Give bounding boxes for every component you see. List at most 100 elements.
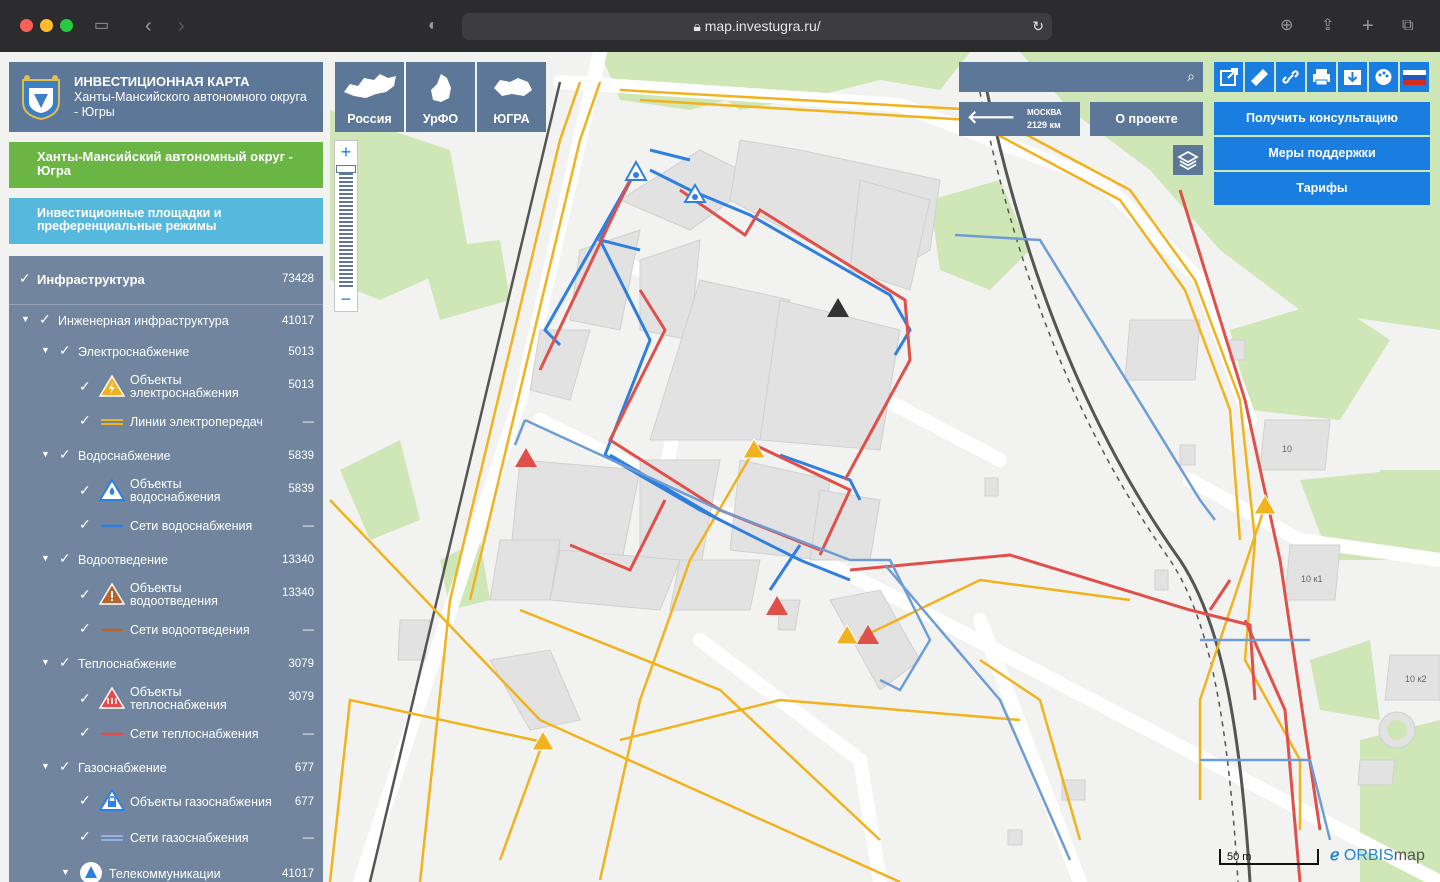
tree-item[interactable]: ✓ Объекты электроснабжения 5013: [9, 366, 323, 406]
ruler-button[interactable]: [1245, 62, 1274, 92]
nav-urfo-button[interactable]: УрФО: [406, 62, 475, 132]
chevron-down-icon[interactable]: ▼: [41, 657, 50, 667]
tree-item[interactable]: ▼ ✓ Водоотведение 13340: [9, 544, 323, 574]
invest-sites-button[interactable]: Инвестиционные площадки и преференциальн…: [9, 198, 323, 244]
download-icon[interactable]: ⊕: [1280, 16, 1293, 36]
distance-to-moscow-button[interactable]: 🡐 МОСКВА 2129 км: [959, 102, 1080, 136]
zoom-out-button[interactable]: −: [335, 289, 357, 311]
orbis-logo[interactable]: ℯ ORBISmap: [1330, 845, 1425, 865]
tree-item[interactable]: ▼ Телекоммуникации 41017: [9, 858, 323, 882]
maximize-window-button[interactable]: [60, 19, 73, 32]
forward-arrow-icon[interactable]: ›: [178, 16, 185, 36]
minimize-window-button[interactable]: [40, 19, 53, 32]
zoom-slider-handle[interactable]: [336, 165, 356, 173]
tree-item[interactable]: ✓ Объекты газоснабжения 677: [9, 782, 323, 818]
checkmark-icon[interactable]: ✓: [79, 516, 91, 533]
back-arrow-icon[interactable]: ‹: [145, 16, 152, 36]
checkmark-icon[interactable]: ✓: [79, 620, 91, 637]
consultation-button[interactable]: Получить консультацию: [1214, 102, 1430, 135]
layers-button[interactable]: [1173, 145, 1203, 175]
search-icon[interactable]: ⌕: [1187, 68, 1195, 85]
support-measures-button[interactable]: Меры поддержки: [1214, 137, 1430, 170]
tree-item[interactable]: ✓ Инфраструктура 73428: [9, 266, 323, 292]
tree-item[interactable]: ✓ Сети водоотведения —: [9, 614, 323, 644]
checkmark-icon[interactable]: ✓: [79, 412, 91, 429]
checkmark-icon[interactable]: ✓: [79, 586, 91, 603]
tree-item-count: 13340: [282, 587, 314, 599]
orbis-text: ORBIS: [1343, 847, 1394, 864]
palette-button[interactable]: [1369, 62, 1398, 92]
tree-item[interactable]: ✓ Сети теплоснабжения —: [9, 718, 323, 748]
zoom-slider[interactable]: [339, 165, 353, 287]
region-button[interactable]: Ханты-Мансийский автономный округ - Югра: [9, 142, 323, 188]
tree-item-count: —: [302, 624, 315, 636]
coat-of-arms-icon: [22, 75, 60, 120]
tree-item-count: 5013: [288, 346, 314, 358]
zoom-in-button[interactable]: +: [335, 141, 357, 163]
tree-item-label: Инфраструктура: [37, 272, 145, 287]
tabs-overview-icon[interactable]: ⧉: [1402, 16, 1413, 36]
tree-item[interactable]: ✓ Объекты теплоснабжения 3079: [9, 678, 323, 718]
shield-icon[interactable]: ◐: [428, 16, 438, 36]
new-tab-icon[interactable]: +: [1362, 16, 1374, 36]
tree-item[interactable]: ▼ ✓ Водоснабжение 5839: [9, 440, 323, 470]
tariffs-button[interactable]: Тарифы: [1214, 172, 1430, 205]
tree-item-label: Объекты водоотведения: [130, 581, 218, 608]
checkmark-icon[interactable]: ✓: [79, 482, 91, 499]
checkmark-icon[interactable]: ✓: [79, 828, 91, 845]
tree-item-label: Электроснабжение: [78, 345, 190, 359]
tree-item-count: 677: [294, 762, 314, 774]
tree-item-label: Инженерная инфраструктура: [58, 314, 229, 328]
chevron-down-icon[interactable]: ▼: [61, 867, 70, 877]
russian-flag-icon: [1403, 70, 1426, 85]
chevron-down-icon[interactable]: ▼: [41, 345, 50, 355]
reload-icon[interactable]: ↻: [1032, 13, 1044, 40]
share-icon[interactable]: ⇪: [1321, 16, 1334, 36]
app-header: ИНВЕСТИЦИОННАЯ КАРТА Ханты-Мансийского а…: [9, 62, 323, 132]
tree-item[interactable]: ▼ ✓ Теплоснабжение 3079: [9, 648, 323, 678]
tree-item[interactable]: ▼ ✓ Инженерная инфраструктура 41017: [9, 304, 323, 334]
distance-city: МОСКВА: [1027, 108, 1062, 117]
tree-item[interactable]: ✓ Сети водоснабжения —: [9, 510, 323, 540]
tree-item[interactable]: ✓ Объекты водоснабжения 5839: [9, 470, 323, 510]
language-button[interactable]: [1400, 62, 1429, 92]
checkmark-icon[interactable]: ✓: [59, 550, 71, 567]
map-text: map: [1393, 847, 1425, 864]
nav-russia-button[interactable]: Россия: [335, 62, 404, 132]
link-button[interactable]: [1276, 62, 1305, 92]
sidebar-toggle-icon[interactable]: ▭: [94, 16, 109, 36]
checkmark-icon[interactable]: ✓: [59, 654, 71, 671]
checkmark-icon[interactable]: ✓: [79, 690, 91, 707]
tree-item-count: 73428: [282, 273, 314, 285]
map-canvas[interactable]: 10 10 к1 10 к2 ИНВЕСТИЦИОННАЯ КАРТА Хант…: [0, 52, 1440, 882]
external-link-button[interactable]: [1214, 62, 1243, 92]
checkmark-icon[interactable]: ✓: [19, 270, 31, 287]
tree-item[interactable]: ✓ Объекты водоотведения 13340: [9, 574, 323, 614]
download-map-button[interactable]: [1338, 62, 1367, 92]
checkmark-icon[interactable]: ✓: [79, 378, 91, 395]
checkmark-icon[interactable]: ✓: [59, 342, 71, 359]
about-button[interactable]: О проекте: [1090, 102, 1203, 136]
urfo-map-icon: [430, 74, 451, 102]
chevron-down-icon[interactable]: ▼: [41, 553, 50, 563]
tree-item[interactable]: ▼ ✓ Электроснабжение 5013: [9, 336, 323, 366]
tree-item[interactable]: ▼ ✓ Газоснабжение 677: [9, 752, 323, 782]
print-button[interactable]: [1307, 62, 1336, 92]
nav-yugra-button[interactable]: ЮГРА: [477, 62, 546, 132]
checkmark-icon[interactable]: ✓: [39, 311, 51, 328]
tree-item-label: Газоснабжение: [78, 761, 167, 775]
address-bar[interactable]: 🔒︎ map.investugra.ru/ ↻: [462, 13, 1052, 40]
checkmark-icon[interactable]: ✓: [79, 724, 91, 741]
checkmark-icon[interactable]: ✓: [79, 792, 91, 809]
tree-item[interactable]: ✓ Сети газоснабжения —: [9, 822, 323, 852]
close-window-button[interactable]: [20, 19, 33, 32]
chevron-down-icon[interactable]: ▼: [41, 449, 50, 459]
palette-icon: [1375, 69, 1392, 85]
checkmark-icon[interactable]: ✓: [59, 446, 71, 463]
tree-item[interactable]: ✓ Линии электропередач —: [9, 406, 323, 436]
checkmark-icon[interactable]: ✓: [59, 758, 71, 775]
search-input[interactable]: ⌕: [959, 62, 1203, 92]
chevron-down-icon[interactable]: ▼: [21, 314, 30, 324]
chevron-down-icon[interactable]: ▼: [41, 761, 50, 771]
lock-icon: 🔒︎: [693, 18, 701, 34]
